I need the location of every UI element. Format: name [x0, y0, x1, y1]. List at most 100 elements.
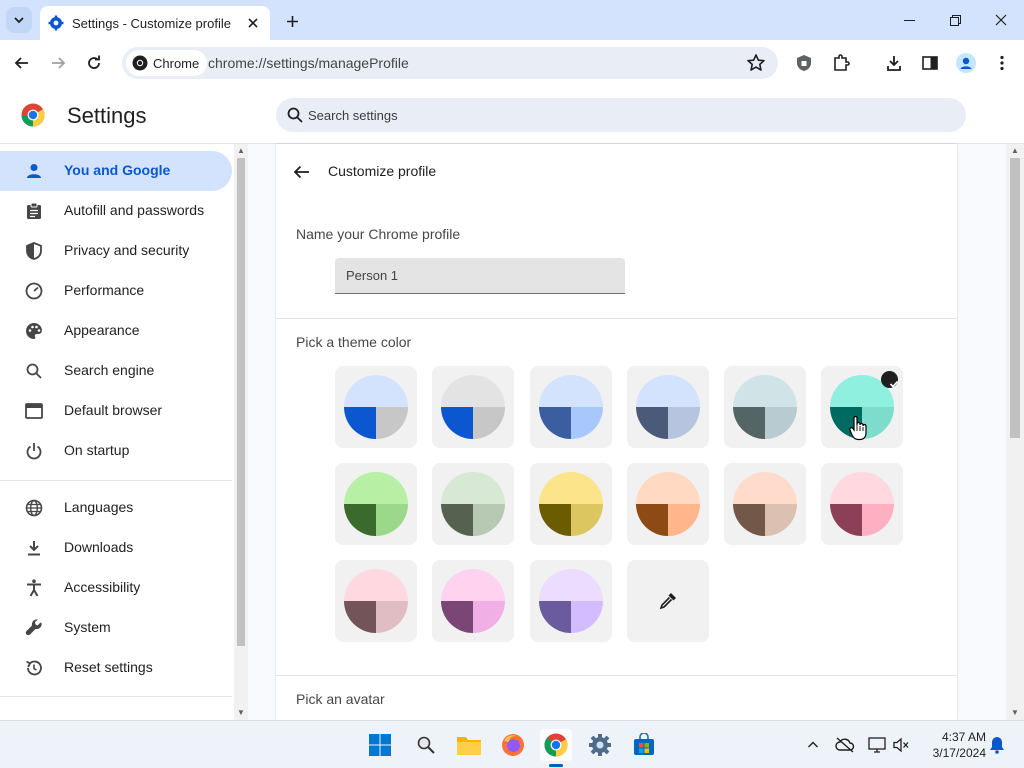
start-button[interactable] — [364, 729, 396, 761]
reset-icon — [24, 658, 44, 678]
extension-shield-button[interactable] — [792, 51, 816, 75]
sidebar-item-label: System — [64, 619, 111, 635]
tab-search-button[interactable] — [6, 7, 32, 33]
arrow-right-icon — [52, 57, 66, 69]
firefox-button[interactable] — [497, 729, 529, 761]
notifications-button[interactable] — [987, 735, 1007, 755]
tab-settings[interactable]: Settings - Customize profile — [40, 6, 270, 40]
sidebar-item-appearance[interactable]: Appearance — [0, 311, 232, 351]
theme-color-swatch[interactable] — [335, 560, 417, 642]
back-button[interactable] — [10, 51, 34, 75]
sidebar-item-accessibility[interactable]: Accessibility — [0, 568, 232, 608]
settings-search[interactable] — [276, 98, 966, 132]
person-icon — [24, 161, 44, 181]
wrench-icon — [24, 618, 44, 638]
section-divider — [276, 318, 957, 319]
site-info-chip[interactable]: Chrome — [126, 50, 208, 76]
scroll-up-arrow-icon[interactable]: ▲ — [237, 146, 245, 155]
theme-color-preview — [344, 375, 408, 439]
main-scrollbar[interactable]: ▲ ▼ — [1006, 144, 1024, 720]
sidebar-item-you-and-google[interactable]: You and Google — [0, 151, 232, 191]
theme-color-swatch[interactable] — [627, 463, 709, 545]
url-text[interactable]: chrome://settings/manageProfile — [208, 55, 409, 71]
tray-overflow-button[interactable] — [803, 735, 823, 755]
custom-color-button[interactable] — [627, 560, 709, 642]
minimize-button[interactable] — [897, 8, 921, 32]
firefox-icon — [502, 734, 524, 756]
network-tray-button[interactable] — [867, 735, 887, 755]
menu-button[interactable] — [990, 51, 1014, 75]
power-icon — [24, 441, 44, 461]
sidebar-item-label: Default browser — [64, 402, 163, 418]
chrome-taskbar-button[interactable] — [540, 729, 572, 761]
sidebar-item-privacy[interactable]: Privacy and security — [0, 231, 232, 271]
theme-color-swatch[interactable] — [821, 463, 903, 545]
tab-strip: Settings - Customize profile — [0, 0, 1024, 40]
profile-name-label: Name your Chrome profile — [296, 226, 461, 242]
forward-button[interactable] — [46, 51, 70, 75]
profile-button[interactable] — [954, 51, 978, 75]
sidebar-item-default-browser[interactable]: Default browser — [0, 391, 232, 431]
scroll-up-arrow-icon[interactable]: ▲ — [1011, 146, 1019, 155]
store-button[interactable] — [628, 729, 660, 761]
side-panel-button[interactable] — [918, 51, 942, 75]
taskbar-search-button[interactable] — [410, 729, 442, 761]
globe-icon — [24, 498, 44, 518]
scroll-down-arrow-icon[interactable]: ▼ — [1011, 708, 1019, 717]
address-bar[interactable]: Chrome chrome://settings/manageProfile — [122, 47, 778, 79]
clipboard-icon — [24, 201, 44, 221]
taskbar-clock[interactable]: 4:37 AM 3/17/2024 — [916, 729, 986, 761]
onedrive-tray-button[interactable] — [835, 735, 855, 755]
scroll-down-arrow-icon[interactable]: ▼ — [237, 708, 245, 717]
sidebar-item-search-engine[interactable]: Search engine — [0, 351, 232, 391]
main-scroll-thumb[interactable] — [1010, 158, 1020, 438]
section-divider — [276, 675, 957, 676]
downloads-button[interactable] — [882, 51, 906, 75]
sidebar-item-downloads[interactable]: Downloads — [0, 528, 232, 568]
theme-color-swatch[interactable] — [335, 366, 417, 448]
sidebar-item-autofill[interactable]: Autofill and passwords — [0, 191, 232, 231]
new-tab-button[interactable] — [281, 10, 303, 32]
theme-color-preview — [344, 472, 408, 536]
side-panel-icon — [922, 56, 938, 70]
sidebar-item-system[interactable]: System — [0, 608, 232, 648]
sidebar-item-on-startup[interactable]: On startup — [0, 431, 232, 471]
close-icon[interactable] — [244, 14, 262, 32]
theme-color-swatch[interactable] — [432, 560, 514, 642]
theme-color-swatch[interactable] — [432, 366, 514, 448]
arrow-left-icon — [14, 57, 28, 69]
sidebar-item-languages[interactable]: Languages — [0, 488, 232, 528]
chevron-down-icon — [14, 17, 24, 24]
theme-color-swatch[interactable] — [530, 463, 612, 545]
chevron-up-icon — [808, 741, 818, 748]
sidebar-scroll-thumb[interactable] — [237, 158, 245, 646]
arrow-left-icon[interactable] — [292, 162, 312, 182]
theme-color-swatch[interactable] — [432, 463, 514, 545]
file-explorer-button[interactable] — [453, 729, 485, 761]
settings-app-button[interactable] — [584, 729, 616, 761]
profile-name-field[interactable] — [335, 258, 625, 294]
theme-color-swatch[interactable] — [724, 463, 806, 545]
restore-button[interactable] — [943, 8, 967, 32]
theme-color-preview — [636, 375, 700, 439]
theme-color-preview — [441, 569, 505, 633]
chrome-logo-icon — [21, 103, 45, 127]
theme-color-swatch[interactable] — [530, 366, 612, 448]
theme-color-swatch[interactable] — [627, 366, 709, 448]
sidebar-item-performance[interactable]: Performance — [0, 271, 232, 311]
close-window-button[interactable] — [989, 8, 1013, 32]
sidebar-item-reset-settings[interactable]: Reset settings — [0, 648, 232, 688]
search-input[interactable] — [308, 98, 908, 132]
bookmark-star-icon[interactable] — [746, 53, 766, 73]
shield-icon — [24, 241, 44, 261]
theme-color-swatch[interactable] — [335, 463, 417, 545]
theme-color-swatch[interactable] — [724, 366, 806, 448]
volume-tray-button[interactable] — [891, 735, 911, 755]
sidebar-scrollbar[interactable]: ▲ ▼ — [234, 144, 248, 720]
theme-color-swatch[interactable] — [530, 560, 612, 642]
sidebar-item-label: Languages — [64, 499, 134, 515]
sidebar-divider — [0, 696, 232, 697]
palette-icon — [24, 321, 44, 341]
extensions-button[interactable] — [829, 51, 853, 75]
reload-button[interactable] — [82, 51, 106, 75]
